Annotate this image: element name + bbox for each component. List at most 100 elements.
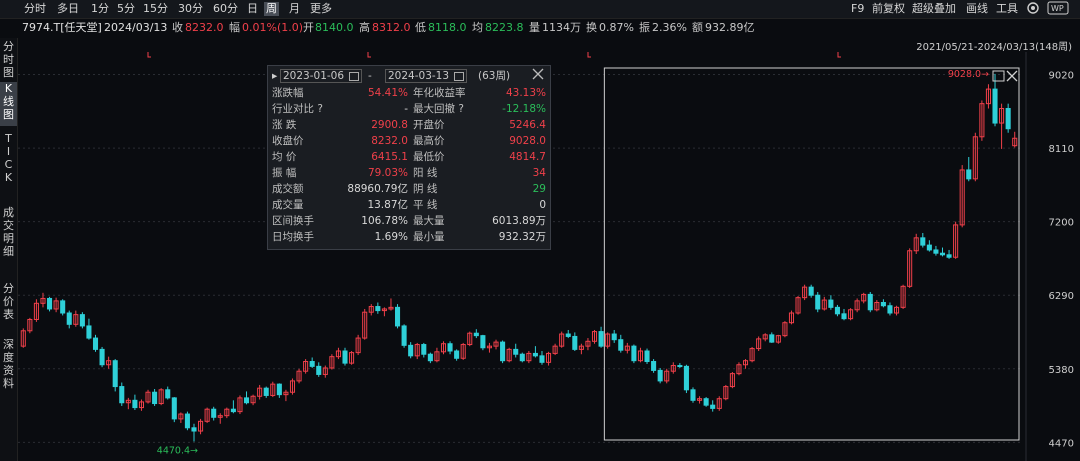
calendar-icon[interactable] (454, 71, 465, 81)
candle-down (454, 350, 460, 359)
candle-down (939, 252, 946, 256)
candle-down (946, 254, 952, 258)
adjust-forward-button[interactable]: 前复权 (872, 2, 905, 16)
stat-label: 最大回撤 ? (413, 103, 464, 115)
interval-stats-popup: ▸ 2023-01-06 - 2024-03-13 (63周) 涨跌幅 54.41… (267, 65, 551, 250)
week-count: (63周) (478, 70, 511, 82)
candle-down (920, 237, 926, 246)
candle-down (841, 313, 847, 320)
open-value: 8140.0 (315, 21, 354, 34)
stat-label: 最小量 (413, 231, 445, 243)
tools-button[interactable]: 工具 (996, 2, 1018, 16)
candle-down (211, 408, 217, 418)
close-label: 收 (172, 21, 183, 34)
stats-row: 涨跌幅 54.41% 年化收益率 43.13% (268, 86, 550, 101)
candle-down (690, 389, 696, 401)
stat-label: 年化收益率 (413, 87, 466, 99)
overlay-button[interactable]: 超级叠加 (912, 2, 956, 16)
candle-down (165, 389, 171, 399)
period-1min[interactable]: 1分 (89, 2, 111, 16)
period-5min[interactable]: 5分 (115, 2, 137, 16)
stat-label: 最低价 (413, 151, 445, 163)
candle-down (703, 398, 709, 406)
stat-label: 最高价 (413, 135, 445, 147)
period-duori[interactable]: 多日 (55, 2, 81, 16)
tab-trade-detail[interactable]: 成交明细 (0, 206, 17, 270)
stat-value: 54.41% (367, 87, 408, 99)
period-15min[interactable]: 15分 (141, 2, 170, 16)
avg-value: 8223.8 (485, 21, 524, 34)
period-marker (367, 52, 371, 58)
stats-row: 日均换手 1.69% 最小量 932.32万 (268, 230, 550, 245)
candle-down (66, 312, 72, 325)
svg-text:WP: WP (1051, 4, 1064, 13)
end-date-field[interactable]: 2024-03-13 (385, 69, 468, 83)
f9-button[interactable]: F9 (851, 2, 864, 16)
stat-value: 6415.1 (371, 151, 408, 163)
period-toolbar: 分时 多日 1分 5分 15分 30分 60分 日 周 月 更多 F9 前复权 … (0, 0, 1080, 19)
candle-down (184, 413, 190, 429)
stats-row: 区间换手 106.78% 最大量 6013.89万 (268, 214, 550, 229)
stat-value: 88960.79亿 (347, 183, 408, 195)
popup-range-icon: ▸ (272, 70, 278, 82)
candle-down (401, 325, 407, 346)
quote-date: 2024/03/13 (104, 21, 168, 34)
stat-label: 振 幅 (272, 167, 297, 179)
start-date-field[interactable]: 2023-01-06 (280, 69, 363, 83)
candle-down (47, 297, 53, 310)
candle-down (834, 306, 840, 315)
stat-value: 106.78% (361, 215, 408, 227)
candle-down (611, 333, 617, 341)
candle-down (769, 334, 775, 343)
period-fenshi[interactable]: 分时 (22, 2, 48, 16)
candle-down (1005, 108, 1011, 130)
tab-tick[interactable]: TICK (0, 132, 17, 196)
amount-value: 932.89亿 (705, 21, 755, 34)
wechat-share-icon[interactable]: WP (1047, 1, 1069, 15)
period-week[interactable]: 周 (264, 2, 279, 16)
popup-header: ▸ 2023-01-06 - 2024-03-13 (63周) (272, 68, 546, 84)
candle-down (572, 335, 578, 350)
close-selection-icon (1006, 70, 1018, 82)
stat-label: 阴 线 (413, 183, 438, 195)
period-30min[interactable]: 30分 (176, 2, 205, 16)
settings-icon[interactable] (1026, 1, 1040, 15)
low-label: 低 (415, 21, 426, 34)
y-tick-label: 7200 (1049, 218, 1074, 229)
candle-down (447, 343, 453, 352)
candle-down (828, 299, 834, 308)
tab-price-table[interactable]: 分价表 (0, 282, 17, 330)
stat-value: 4814.7 (509, 151, 546, 163)
quote-info-bar: 7974.T[任天堂] 2024/03/13 收 8232.0 幅 0.01%(… (0, 19, 1080, 37)
date-separator: - (368, 70, 372, 82)
selection-controls (992, 70, 1018, 82)
period-month[interactable]: 月 (287, 2, 302, 16)
period-day[interactable]: 日 (245, 2, 260, 16)
calendar-icon[interactable] (349, 71, 360, 81)
close-icon[interactable] (532, 68, 544, 84)
volume-value: 1134万 (542, 21, 581, 34)
change-label: 幅 (229, 21, 240, 34)
tab-timeshare[interactable]: 分时图 (0, 40, 17, 80)
amplitude-label: 振 (639, 21, 650, 34)
candle-down (230, 408, 236, 413)
stat-value: 0 (539, 199, 546, 211)
candle-down (112, 360, 118, 388)
draw-line-button[interactable]: 画线 (966, 2, 988, 16)
candle-down (539, 355, 545, 363)
candle-down (565, 333, 571, 337)
candle-down (598, 331, 604, 347)
period-60min[interactable]: 60分 (211, 2, 240, 16)
candle-down (532, 352, 538, 357)
candle-down (132, 399, 138, 409)
stat-label: 成交量 (272, 199, 304, 211)
tab-kline[interactable]: K线图 (0, 82, 17, 126)
candle-down (86, 325, 92, 339)
period-marker (147, 52, 151, 58)
y-tick-label: 4470 (1049, 438, 1074, 449)
period-more[interactable]: 更多 (308, 2, 334, 16)
candle-down (316, 365, 322, 375)
candle-down (710, 404, 716, 409)
tab-depth-data[interactable]: 深度资料 (0, 338, 17, 402)
stat-value: 9028.0 (509, 135, 546, 147)
